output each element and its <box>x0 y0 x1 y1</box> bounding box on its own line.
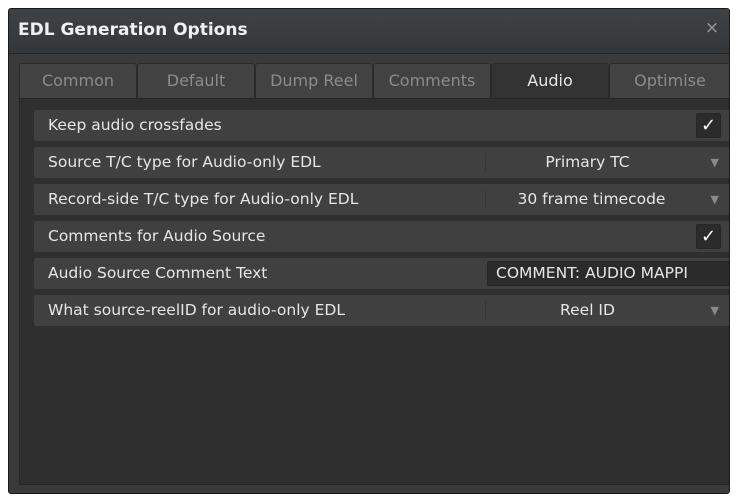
chevron-down-icon: ▼ <box>710 304 719 317</box>
title-bar[interactable]: EDL Generation Options × <box>9 9 729 54</box>
dropdown-value: Primary TC <box>545 153 630 171</box>
record-side-tc-type-row: Record-side T/C type for Audio-only EDL … <box>34 184 729 215</box>
tab-comments[interactable]: Comments <box>373 63 491 98</box>
edl-generation-options-dialog: EDL Generation Options × Common Default … <box>8 8 730 494</box>
row-label: Source T/C type for Audio-only EDL <box>48 153 321 171</box>
tab-audio[interactable]: Audio <box>491 63 609 99</box>
row-label: Comments for Audio Source <box>48 227 266 245</box>
dialog-title: EDL Generation Options <box>18 20 248 40</box>
dropdown-value: Reel ID <box>560 301 615 319</box>
source-reel-id-dropdown[interactable]: Reel ID ▼ <box>486 295 729 326</box>
row-label: Audio Source Comment Text <box>48 264 268 282</box>
row-label: What source-reelID for audio-only EDL <box>48 301 345 319</box>
tab-dump-reel[interactable]: Dump Reel <box>255 63 373 98</box>
tab-default[interactable]: Default <box>137 63 255 98</box>
dropdown-value: 30 frame timecode <box>517 190 666 208</box>
tab-optimise[interactable]: Optimise <box>609 63 729 98</box>
comments-for-audio-source-row: Comments for Audio Source ✓ <box>34 221 729 252</box>
close-icon[interactable]: × <box>703 19 721 37</box>
comments-for-audio-source-checkbox[interactable]: ✓ <box>696 224 721 249</box>
row-label: Record-side T/C type for Audio-only EDL <box>48 190 359 208</box>
audio-source-comment-text-row: Audio Source Comment Text COMMENT: AUDIO… <box>34 258 729 289</box>
audio-source-comment-input[interactable]: COMMENT: AUDIO MAPPI <box>487 261 729 286</box>
chevron-down-icon: ▼ <box>710 156 719 169</box>
source-tc-type-dropdown[interactable]: Primary TC ▼ <box>486 147 729 178</box>
keep-audio-crossfades-row: Keep audio crossfades ✓ <box>34 110 729 141</box>
audio-options-panel: Keep audio crossfades ✓ Source T/C type … <box>19 98 729 485</box>
tab-common[interactable]: Common <box>19 63 137 98</box>
source-reel-id-row: What source-reelID for audio-only EDL Re… <box>34 295 729 326</box>
chevron-down-icon: ▼ <box>710 193 719 206</box>
record-side-tc-type-dropdown[interactable]: 30 frame timecode ▼ <box>486 184 729 215</box>
row-label: Keep audio crossfades <box>48 116 222 134</box>
keep-audio-crossfades-checkbox[interactable]: ✓ <box>696 113 721 138</box>
source-tc-type-row: Source T/C type for Audio-only EDL Prima… <box>34 147 729 178</box>
tab-bar: Common Default Dump Reel Comments Audio … <box>19 63 729 99</box>
